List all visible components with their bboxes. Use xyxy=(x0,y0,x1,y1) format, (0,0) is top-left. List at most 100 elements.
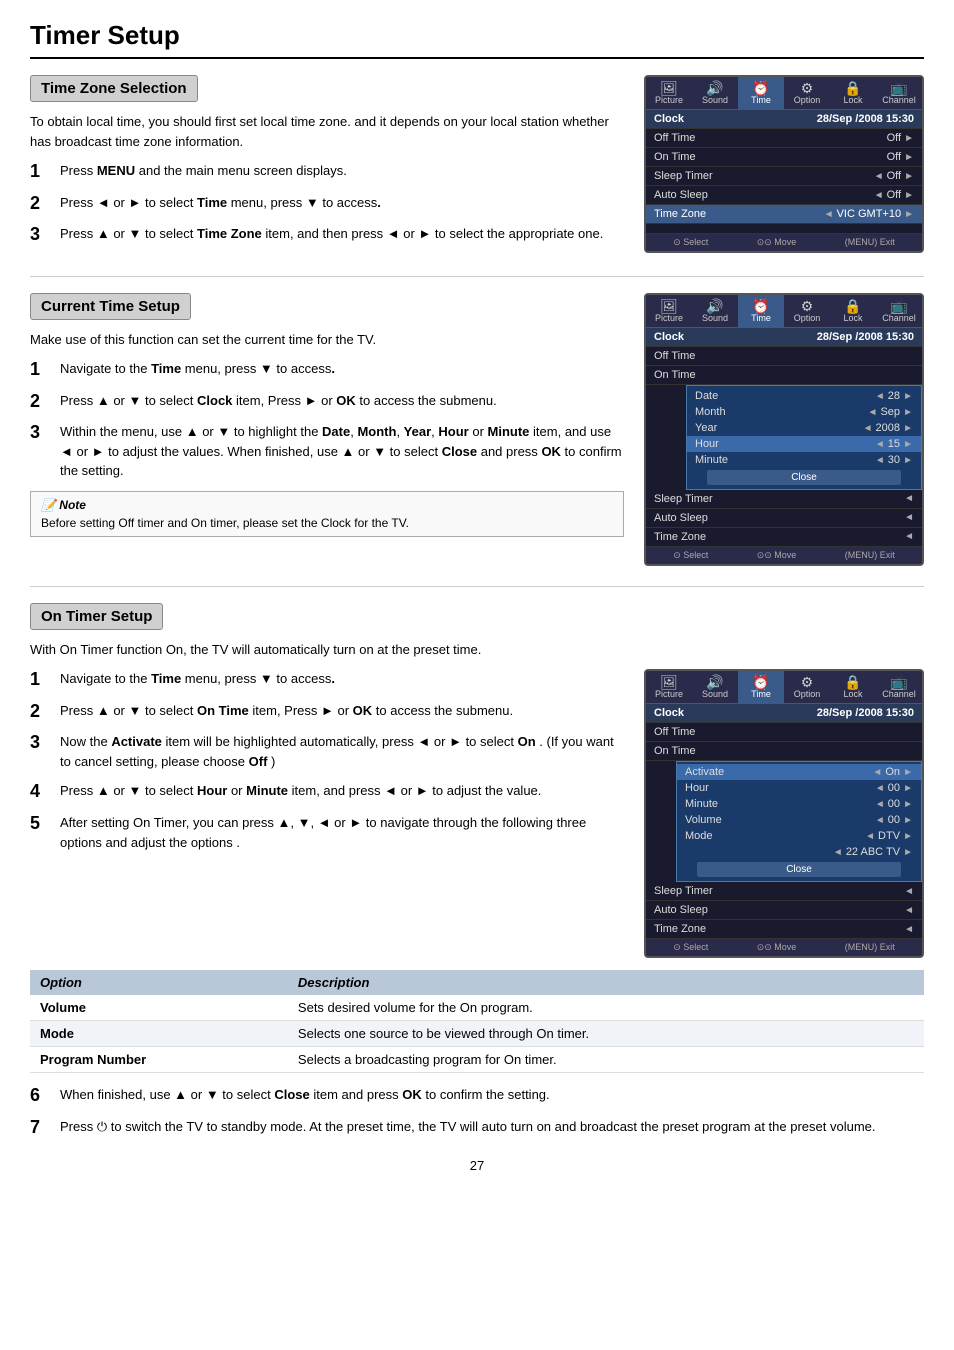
sub-hour-row: Hour ◄ 15 ► xyxy=(687,436,921,452)
step-num-ot-6: 6 xyxy=(30,1085,50,1107)
step-num-ot-1: 1 xyxy=(30,669,50,691)
sub-menu-ot: Activate ◄ On ► Hour ◄ 00 ► Minute ◄ 00 … xyxy=(676,761,922,882)
step-tz-1: 1 Press MENU and the main menu screen di… xyxy=(30,161,624,183)
on-time-row-ot: On Time xyxy=(646,742,922,761)
step-num-ot-4: 4 xyxy=(30,781,50,803)
step-text-ot-3: Now the Activate item will be highlighte… xyxy=(60,732,624,771)
picture-icon-ct: 🖼Picture xyxy=(646,295,692,327)
time-zone-section: Time Zone Selection To obtain local time… xyxy=(30,75,924,256)
current-time-intro: Make use of this function can set the cu… xyxy=(30,330,624,350)
step-text-ot-6: When finished, use ▲ or ▼ to select Clos… xyxy=(60,1085,550,1105)
channel-icon: 📺Channel xyxy=(876,77,922,109)
step-ot-1: 1 Navigate to the Time menu, press ▼ to … xyxy=(30,669,624,691)
step-tz-3: 3 Press ▲ or ▼ to select Time Zone item,… xyxy=(30,224,624,246)
time-zone-intro: To obtain local time, you should first s… xyxy=(30,112,624,151)
off-time-row-ot: Off Time xyxy=(646,723,922,742)
sub-date-row: Date ◄ 28 ► xyxy=(687,388,921,404)
sub-minute-row: Minute ◄ 30 ► xyxy=(687,452,921,468)
clock-row-ot: Clock 28/Sep /2008 15:30 xyxy=(646,704,922,723)
desc-mode: Selects one source to be viewed through … xyxy=(288,1021,924,1047)
current-time-steps: 1 Navigate to the Time menu, press ▼ to … xyxy=(30,359,624,481)
step-ct-3: 3 Within the menu, use ▲ or ▼ to highlig… xyxy=(30,422,624,481)
option-icon: ⚙Option xyxy=(784,77,830,109)
off-time-row-tz: Off Time Off ► xyxy=(646,129,922,148)
step-text-ct-3: Within the menu, use ▲ or ▼ to highlight… xyxy=(60,422,624,481)
auto-sleep-row-ct: Auto Sleep ◄ xyxy=(646,509,922,528)
menu-footer-tz: ⊙ Select ⊙⊙ Move (MENU) Exit xyxy=(646,234,922,251)
menu-footer-ct: ⊙ Select ⊙⊙ Move (MENU) Exit xyxy=(646,547,922,564)
option-col-header: Option xyxy=(30,970,288,995)
time-icon-ot: ⏰Time xyxy=(738,671,784,703)
step-ot-3: 3 Now the Activate item will be highligh… xyxy=(30,732,624,771)
on-time-row-ct: On Time xyxy=(646,366,922,385)
table-row-program: Program Number Selects a broadcasting pr… xyxy=(30,1047,924,1073)
sub-hour-row-ot: Hour ◄ 00 ► xyxy=(677,780,921,796)
description-col-header: Description xyxy=(288,970,924,995)
table-row-volume: Volume Sets desired volume for the On pr… xyxy=(30,995,924,1021)
step-text-tz-3: Press ▲ or ▼ to select Time Zone item, a… xyxy=(60,224,603,244)
step-num-ct-2: 2 xyxy=(30,391,50,413)
step-num-ot-5: 5 xyxy=(30,813,50,835)
tv-menu-timezone: 🖼Picture 🔊Sound ⏰Time ⚙Option 🔒Lock 📺Cha… xyxy=(644,75,924,253)
step-text-ot-7: Press ⏻ to switch the TV to standby mode… xyxy=(60,1117,876,1137)
page-title: Timer Setup xyxy=(30,20,924,59)
step-text-ot-2: Press ▲ or ▼ to select On Time item, Pre… xyxy=(60,701,513,721)
close-btn-ot: Close xyxy=(697,862,901,877)
step-num-ot-3: 3 xyxy=(30,732,50,754)
step-num-ct-1: 1 xyxy=(30,359,50,381)
step-ct-1: 1 Navigate to the Time menu, press ▼ to … xyxy=(30,359,624,381)
on-timer-steps: 1 Navigate to the Time menu, press ▼ to … xyxy=(30,669,624,852)
lock-icon-ct: 🔒Lock xyxy=(830,295,876,327)
current-time-menu-panel: 🖼Picture 🔊Sound ⏰Time ⚙Option 🔒Lock 📺Cha… xyxy=(644,293,924,566)
option-icon-ct: ⚙Option xyxy=(784,295,830,327)
sub-menu-ct: Date ◄ 28 ► Month ◄ Sep ► Year ◄ 2008 ► … xyxy=(686,385,922,490)
step-num-ct-3: 3 xyxy=(30,422,50,444)
step-text-tz-2: Press ◄ or ► to select Time menu, press … xyxy=(60,193,381,213)
auto-sleep-row-ot: Auto Sleep ◄ xyxy=(646,901,922,920)
lock-icon: 🔒Lock xyxy=(830,77,876,109)
step-text-ct-2: Press ▲ or ▼ to select Clock item, Press… xyxy=(60,391,497,411)
time-zone-row-ct: Time Zone ◄ xyxy=(646,528,922,547)
step-num-tz-1: 1 xyxy=(30,161,50,183)
step-text-ot-5: After setting On Timer, you can press ▲,… xyxy=(60,813,624,852)
sound-icon: 🔊Sound xyxy=(692,77,738,109)
step-ot-5: 5 After setting On Timer, you can press … xyxy=(30,813,624,852)
divider-1 xyxy=(30,276,924,277)
lock-icon-ot: 🔒Lock xyxy=(830,671,876,703)
menu-footer-ot: ⊙ Select ⊙⊙ Move (MENU) Exit xyxy=(646,939,922,956)
option-table: Option Description Volume Sets desired v… xyxy=(30,970,924,1073)
clock-row-tz: Clock 28/Sep /2008 15:30 xyxy=(646,110,922,129)
step-text-ct-1: Navigate to the Time menu, press ▼ to ac… xyxy=(60,359,335,379)
sub-month-row: Month ◄ Sep ► xyxy=(687,404,921,420)
sub-minute-row-ot: Minute ◄ 00 ► xyxy=(677,796,921,812)
on-timer-intro: With On Timer function On, the TV will a… xyxy=(30,640,924,660)
time-icon-ct: ⏰Time xyxy=(738,295,784,327)
tv-menu-currenttime: 🖼Picture 🔊Sound ⏰Time ⚙Option 🔒Lock 📺Cha… xyxy=(644,293,924,566)
option-program: Program Number xyxy=(30,1047,288,1073)
option-volume: Volume xyxy=(30,995,288,1021)
note-text: Before setting Off timer and On timer, p… xyxy=(41,516,613,530)
tv-menu-icon-bar: 🖼Picture 🔊Sound ⏰Time ⚙Option 🔒Lock 📺Cha… xyxy=(646,77,922,110)
off-time-row-ct: Off Time xyxy=(646,347,922,366)
on-timer-section: On Timer Setup With On Timer function On… xyxy=(30,603,924,1139)
step-text-ot-4: Press ▲ or ▼ to select Hour or Minute it… xyxy=(60,781,541,801)
step-num-ot-2: 2 xyxy=(30,701,50,723)
current-time-header: Current Time Setup xyxy=(30,293,191,320)
step-num-tz-3: 3 xyxy=(30,224,50,246)
current-time-section: Current Time Setup Make use of this func… xyxy=(30,293,924,566)
sub-volume-row-ot: Volume ◄ 00 ► xyxy=(677,812,921,828)
desc-program: Selects a broadcasting program for On ti… xyxy=(288,1047,924,1073)
channel-icon-ot: 📺Channel xyxy=(876,671,922,703)
auto-sleep-row-tz: Auto Sleep ◄ Off ► xyxy=(646,186,922,205)
sub-mode-row-ot: Mode ◄ DTV ► xyxy=(677,828,921,844)
time-zone-row-ot: Time Zone ◄ xyxy=(646,920,922,939)
channel-icon-ct: 📺Channel xyxy=(876,295,922,327)
step-text-tz-1: Press MENU and the main menu screen disp… xyxy=(60,161,347,181)
clock-row-ct: Clock 28/Sep /2008 15:30 xyxy=(646,328,922,347)
sub-year-row: Year ◄ 2008 ► xyxy=(687,420,921,436)
step-num-ot-7: 7 xyxy=(30,1117,50,1139)
sound-icon-ct: 🔊Sound xyxy=(692,295,738,327)
sleep-timer-row-ot: Sleep Timer ◄ xyxy=(646,882,922,901)
time-zone-menu-panel: 🖼Picture 🔊Sound ⏰Time ⚙Option 🔒Lock 📺Cha… xyxy=(644,75,924,253)
tv-menu-icon-bar-ct: 🖼Picture 🔊Sound ⏰Time ⚙Option 🔒Lock 📺Cha… xyxy=(646,295,922,328)
